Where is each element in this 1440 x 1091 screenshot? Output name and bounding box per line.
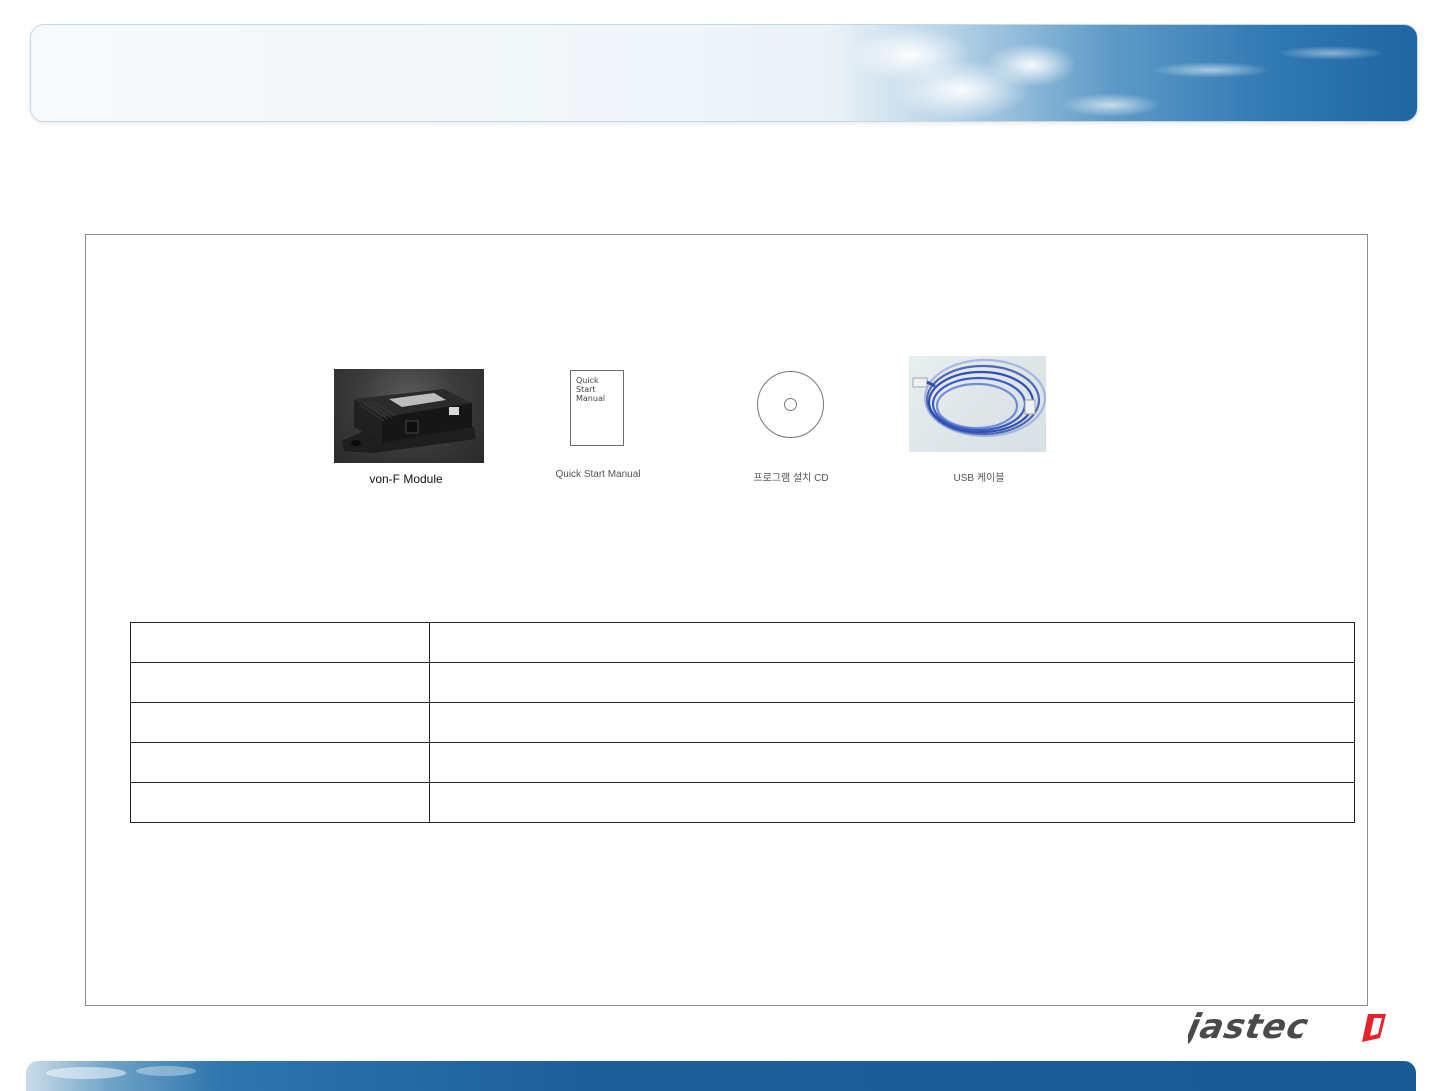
- spec-table: [130, 622, 1355, 823]
- table-cell-label: [130, 622, 430, 663]
- cd-disc-icon: [757, 371, 824, 438]
- usb-cable-photo-icon: [909, 356, 1046, 452]
- table-cell-label: [130, 742, 430, 783]
- cd-caption: 프로그램 설치 CD: [753, 473, 829, 484]
- footer-clouds-image: [46, 1066, 196, 1079]
- table-cell-label: [130, 702, 430, 743]
- content-frame: von-F Module Quick Start Manual Quick St…: [85, 234, 1368, 1006]
- table-cell-label: [130, 662, 430, 703]
- manual-caption: Quick Start Manual: [555, 469, 641, 480]
- module-photo-icon: [334, 369, 484, 463]
- module-caption: von-F Module: [369, 472, 443, 486]
- table-cell-value: [429, 742, 1355, 783]
- footer-bar: [26, 1061, 1416, 1091]
- manual-cover-line: Quick: [576, 376, 599, 385]
- manual-cover-line: Start: [576, 385, 596, 394]
- table-cell-value: [429, 662, 1355, 703]
- table-cell-value: [429, 622, 1355, 663]
- manual-cover-line: Manual: [576, 394, 606, 403]
- sky-clouds-image: [851, 27, 1386, 120]
- header-banner: [30, 24, 1418, 122]
- cd-hole: [784, 398, 797, 411]
- usb-cable-caption: USB 케이블: [953, 473, 1005, 484]
- logo-wordmark: jastec: [1188, 1008, 1312, 1047]
- table-row: [130, 742, 1355, 783]
- table-row: [130, 782, 1355, 823]
- table-cell-value: [429, 782, 1355, 823]
- table-cell-value: [429, 702, 1355, 743]
- table-cell-label: [130, 782, 430, 823]
- jastec-logo: jastec: [1188, 1008, 1386, 1047]
- table-row: [130, 702, 1355, 743]
- manual-booklet-icon: Quick Start Manual: [570, 370, 624, 446]
- table-row: [130, 662, 1355, 703]
- table-row: [130, 622, 1355, 663]
